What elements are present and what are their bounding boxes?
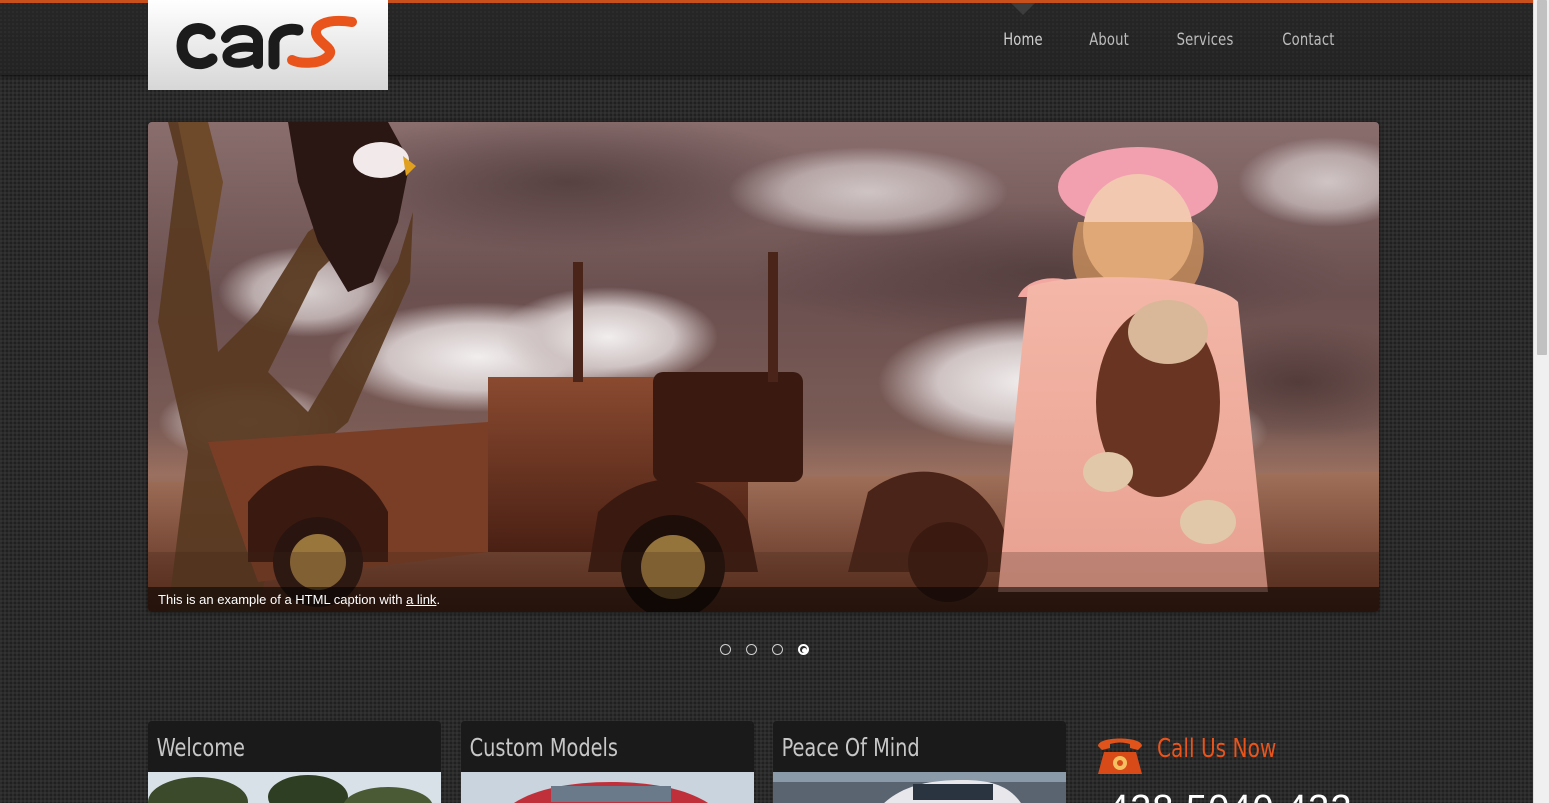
custom-models-image[interactable] [461, 772, 754, 803]
page: Home About Services Contact This is an e… [0, 0, 1533, 803]
nav-about-label: About [1089, 30, 1129, 50]
call-us-title: Call Us Now [1157, 734, 1277, 764]
peace-of-mind-image[interactable] [773, 772, 1066, 803]
peace-of-mind-title: Peace Of Mind [781, 733, 920, 762]
cars-logo [176, 16, 357, 70]
slide-dot-3[interactable] [772, 644, 783, 655]
caption-text: This is an example of a HTML caption wit… [158, 592, 407, 607]
nav-services-label: Services [1176, 30, 1234, 50]
nav-about[interactable]: About [1072, 3, 1146, 75]
welcome-image[interactable] [148, 772, 441, 803]
slide-dot-2[interactable] [746, 644, 757, 655]
slide-caption: This is an example of a HTML caption wit… [148, 587, 1379, 612]
phone-icon [1098, 738, 1142, 774]
main-nav: Home About Services Contact [980, 3, 1359, 75]
nav-contact[interactable]: Contact [1265, 3, 1352, 75]
nav-services[interactable]: Services [1159, 3, 1250, 75]
active-nav-indicator [1010, 3, 1035, 15]
caption-link[interactable]: a link [406, 592, 436, 607]
vertical-scrollbar[interactable] [1533, 0, 1549, 803]
slider-pagination [720, 644, 809, 655]
slide-image [148, 122, 1379, 612]
custom-models-title: Custom Models [469, 733, 619, 762]
call-us-panel: Call Us Now 428 5040 432 [1094, 730, 1394, 803]
slide-dot-1[interactable] [720, 644, 731, 655]
welcome-title: Welcome [156, 733, 245, 762]
nav-home[interactable]: Home [986, 3, 1060, 75]
logo-link[interactable] [148, 0, 388, 90]
welcome-box: Welcome [148, 721, 441, 803]
custom-models-box: Custom Models [461, 721, 754, 803]
nav-home-label: Home [1003, 30, 1043, 50]
phone-number[interactable]: 428 5040 432 [1108, 788, 1352, 803]
peace-of-mind-box: Peace Of Mind [773, 721, 1066, 803]
nav-contact-label: Contact [1282, 30, 1335, 50]
scrollbar-thumb[interactable] [1537, 0, 1547, 355]
caption-end: . [436, 592, 441, 607]
slide-dot-4[interactable] [798, 644, 809, 655]
image-slider[interactable]: This is an example of a HTML caption wit… [148, 122, 1379, 612]
